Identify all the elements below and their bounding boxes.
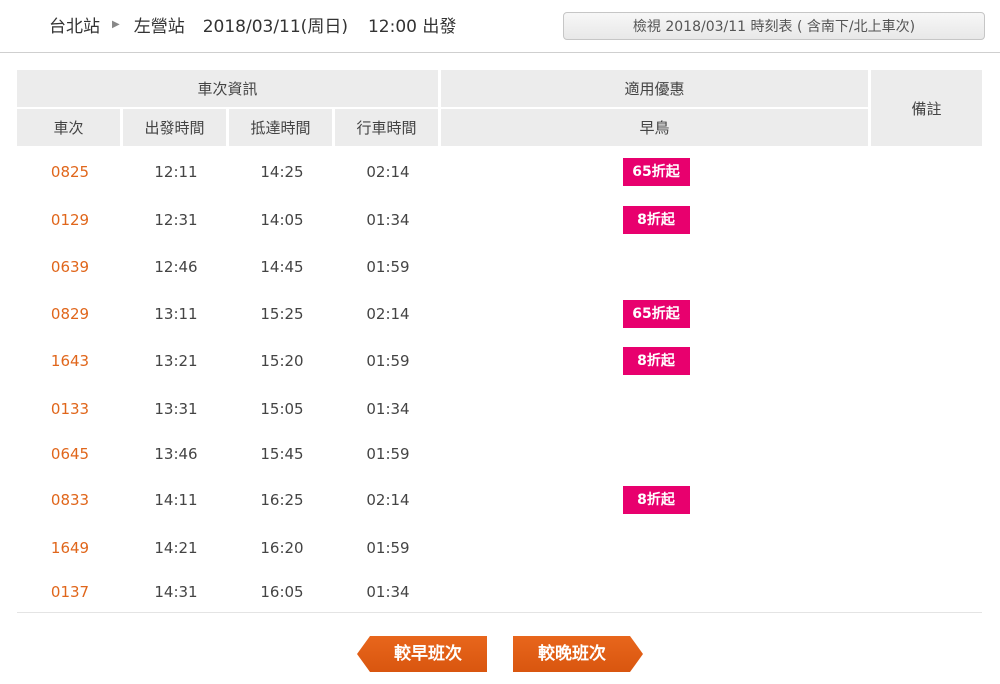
table-row[interactable]: 0137 14:31 16:05 01:34 <box>17 571 982 612</box>
duration-cell: 01:34 <box>366 582 410 601</box>
departure-time-cell: 13:21 <box>154 352 198 370</box>
table-row[interactable]: 1643 13:21 15:20 01:59 8折起 <box>17 337 982 385</box>
departure-time-header: 出發時間 <box>123 109 229 148</box>
table-row[interactable]: 1649 14:21 16:20 01:59 <box>17 525 982 571</box>
train-info-header: 車次資訊 <box>17 70 441 109</box>
discount-cell: 65折起 <box>441 290 871 337</box>
arrival-time-header: 抵達時間 <box>229 109 335 148</box>
top-bar: 台北站 ▶ 左營站 2018/03/11(周日) 12:00 出發 檢視 201… <box>0 0 1000 53</box>
arrival-time-cell: 15:45 <box>260 444 304 463</box>
arrival-time-cell: 15:25 <box>260 304 304 323</box>
train-number-cell[interactable]: 1643 <box>17 337 123 385</box>
discount-cell: 8折起 <box>441 337 871 385</box>
train-number-cell[interactable]: 0833 <box>17 475 123 525</box>
departure-time-cell: 13:46 <box>154 444 198 463</box>
arrival-time-cell: 16:20 <box>260 539 304 557</box>
notes-cell <box>871 432 982 475</box>
discount-cell <box>441 432 871 475</box>
table-row[interactable]: 0825 12:11 14:25 02:14 65折起 <box>17 148 982 196</box>
train-number-cell[interactable]: 1649 <box>17 525 123 571</box>
notes-header: 備註 <box>871 70 982 148</box>
early-bird-badge: 8折起 <box>622 486 690 514</box>
early-bird-badge: 8折起 <box>622 206 690 234</box>
departure-time-cell: 14:11 <box>154 491 198 509</box>
notes-cell <box>871 196 982 244</box>
departure-time-cell: 12:46 <box>154 258 198 276</box>
discount-cell <box>441 244 871 290</box>
departure-time-cell: 13:11 <box>154 304 198 323</box>
duration-cell: 01:34 <box>366 211 410 229</box>
earlier-trains-label: 較早班次 <box>394 644 462 664</box>
table-divider <box>17 612 982 613</box>
duration-cell: 02:14 <box>366 491 410 509</box>
table-row[interactable]: 0829 13:11 15:25 02:14 65折起 <box>17 290 982 337</box>
train-number-cell[interactable]: 0133 <box>17 385 123 432</box>
notes-cell <box>871 290 982 337</box>
duration-cell: 02:14 <box>366 163 410 181</box>
arrival-time-cell: 15:05 <box>260 399 304 418</box>
duration-cell: 02:14 <box>366 304 410 323</box>
later-trains-label: 較晚班次 <box>538 644 606 664</box>
train-number-cell[interactable]: 0639 <box>17 244 123 290</box>
departure-time-cell: 13:31 <box>154 399 198 418</box>
arrival-time-cell: 14:05 <box>260 211 304 229</box>
view-timetable-button[interactable]: 檢視 2018/03/11 時刻表 ( 含南下/北上車次) <box>563 12 985 40</box>
train-number-header: 車次 <box>17 109 123 148</box>
notes-cell <box>871 525 982 571</box>
discount-cell <box>441 525 871 571</box>
duration-cell: 01:59 <box>366 352 410 370</box>
train-number-cell[interactable]: 0829 <box>17 290 123 337</box>
notes-cell <box>871 337 982 385</box>
early-bird-header: 早鳥 <box>441 109 871 148</box>
table-row[interactable]: 0639 12:46 14:45 01:59 <box>17 244 982 290</box>
departure-time-cell: 12:31 <box>154 211 198 229</box>
earlier-trains-button[interactable]: 較早班次 <box>357 636 487 672</box>
travel-date: 2018/03/11(周日) <box>202 17 348 37</box>
arrival-time-cell: 16:05 <box>260 582 304 601</box>
discount-cell: 65折起 <box>441 148 871 196</box>
table-row[interactable]: 0129 12:31 14:05 01:34 8折起 <box>17 196 982 244</box>
table-row[interactable]: 0833 14:11 16:25 02:14 8折起 <box>17 475 982 525</box>
discount-cell <box>441 385 871 432</box>
arrival-time-cell: 14:25 <box>260 163 304 181</box>
table-row[interactable]: 0645 13:46 15:45 01:59 <box>17 432 982 475</box>
arrival-time-cell: 16:25 <box>260 491 304 509</box>
notes-cell <box>871 148 982 196</box>
departure-time-cell: 14:31 <box>154 582 198 601</box>
early-bird-badge: 65折起 <box>622 158 690 186</box>
destination-station: 左營站 <box>133 17 185 37</box>
schedule-body: 0825 12:11 14:25 02:14 65折起 0129 12:31 14:05 01:… <box>17 148 982 612</box>
train-number-cell[interactable]: 0137 <box>17 571 123 612</box>
route-summary: 台北站 ▶ 左營站 2018/03/11(周日) 12:00 出發 <box>49 12 456 37</box>
duration-header: 行車時間 <box>335 109 441 148</box>
early-bird-badge: 8折起 <box>622 347 690 375</box>
early-bird-badge: 65折起 <box>622 299 690 328</box>
departure-time: 12:00 出發 <box>367 17 457 37</box>
discounts-header: 適用優惠 <box>441 70 871 109</box>
notes-cell <box>871 385 982 432</box>
duration-cell: 01:59 <box>366 539 410 557</box>
duration-cell: 01:34 <box>366 399 410 418</box>
schedule-table: 車次資訊 適用優惠 備註 車次 出發時間 抵達時間 行車時間 早鳥 0825 12… <box>17 70 982 612</box>
discount-cell: 8折起 <box>441 475 871 525</box>
departure-time-cell: 12:11 <box>154 163 198 181</box>
duration-cell: 01:59 <box>366 258 410 276</box>
train-number-cell[interactable]: 0825 <box>17 148 123 196</box>
discount-cell <box>441 571 871 612</box>
train-number-cell[interactable]: 0645 <box>17 432 123 475</box>
arrow-right-icon: ▶ <box>112 19 120 30</box>
discount-cell: 8折起 <box>441 196 871 244</box>
train-number-cell[interactable]: 0129 <box>17 196 123 244</box>
notes-cell <box>871 571 982 612</box>
later-trains-button[interactable]: 較晚班次 <box>513 636 643 672</box>
notes-cell <box>871 475 982 525</box>
departure-time-cell: 14:21 <box>154 539 198 557</box>
table-row[interactable]: 0133 13:31 15:05 01:34 <box>17 385 982 432</box>
origin-station: 台北站 <box>49 17 100 37</box>
arrival-time-cell: 15:20 <box>260 352 304 370</box>
arrival-time-cell: 14:45 <box>260 258 304 276</box>
duration-cell: 01:59 <box>366 444 410 463</box>
notes-cell <box>871 244 982 290</box>
